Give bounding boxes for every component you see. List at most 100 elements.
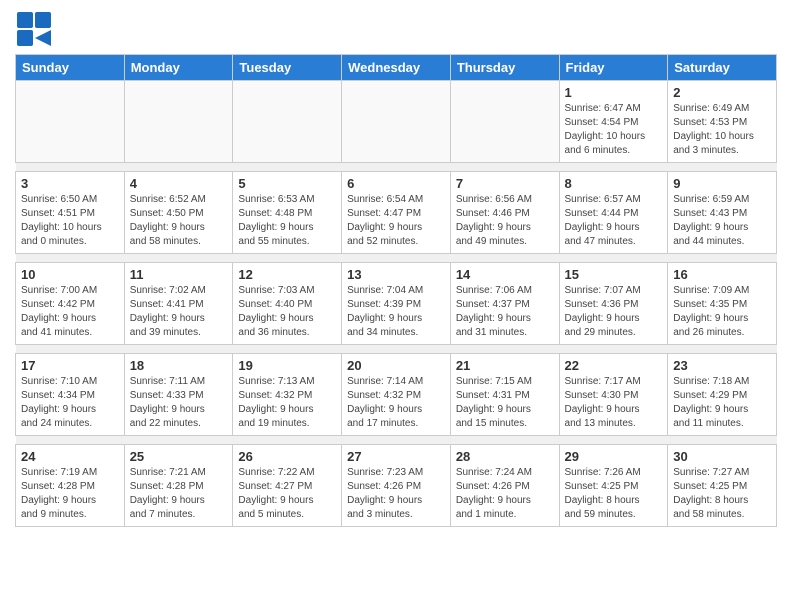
col-header-tuesday: Tuesday xyxy=(233,55,342,81)
day-number: 17 xyxy=(21,358,119,373)
day-number: 25 xyxy=(130,449,228,464)
day-info: Sunrise: 7:06 AM Sunset: 4:37 PM Dayligh… xyxy=(456,284,554,340)
calendar-week-4: 17 Sunrise: 7:10 AM Sunset: 4:34 PM Dayli… xyxy=(16,354,777,436)
calendar-cell: 20Sunrise: 7:14 AM Sunset: 4:32 PM Dayli… xyxy=(342,354,451,436)
calendar-cell: 3Sunrise: 6:50 AM Sunset: 4:51 PM Daylig… xyxy=(16,172,125,254)
calendar-cell: 25 Sunrise: 7:21 AM Sunset: 4:28 PM Dayli… xyxy=(124,445,233,527)
spacer-cell xyxy=(16,163,777,172)
day-number: 27 xyxy=(347,449,445,464)
day-info: Sunrise: 7:03 AM Sunset: 4:40 PM Dayligh… xyxy=(238,284,336,340)
calendar-cell: 15Sunrise: 7:07 AM Sunset: 4:36 PM Dayli… xyxy=(559,263,668,345)
calendar-cell: 26 Sunrise: 7:22 AM Sunset: 4:27 PM Dayli… xyxy=(233,445,342,527)
calendar-cell: 22 Sunrise: 7:17 AM Sunset: 4:30 PM Dayli… xyxy=(559,354,668,436)
calendar-cell: 17 Sunrise: 7:10 AM Sunset: 4:34 PM Dayli… xyxy=(16,354,125,436)
day-number: 6 xyxy=(347,176,445,191)
day-number: 22 xyxy=(565,358,663,373)
calendar-table: SundayMondayTuesdayWednesdayThursdayFrid… xyxy=(15,54,777,527)
header xyxy=(15,10,777,48)
day-number: 5 xyxy=(238,176,336,191)
day-info: Sunrise: 7:10 AM Sunset: 4:34 PM Dayligh… xyxy=(21,375,119,431)
calendar-cell: 5 Sunrise: 6:53 AM Sunset: 4:48 PM Daylig… xyxy=(233,172,342,254)
day-info: Sunrise: 7:15 AM Sunset: 4:31 PM Dayligh… xyxy=(456,375,554,431)
header-row: SundayMondayTuesdayWednesdayThursdayFrid… xyxy=(16,55,777,81)
day-number: 3 xyxy=(21,176,119,191)
calendar-cell: 23 Sunrise: 7:18 AM Sunset: 4:29 PM Dayli… xyxy=(668,354,777,436)
day-number: 14 xyxy=(456,267,554,282)
day-info: Sunrise: 6:54 AM Sunset: 4:47 PM Dayligh… xyxy=(347,193,445,249)
calendar-cell: 12Sunrise: 7:03 AM Sunset: 4:40 PM Dayli… xyxy=(233,263,342,345)
day-info: Sunrise: 7:07 AM Sunset: 4:36 PM Dayligh… xyxy=(565,284,663,340)
day-info: Sunrise: 7:26 AM Sunset: 4:25 PM Dayligh… xyxy=(565,466,663,522)
day-info: Sunrise: 6:49 AM Sunset: 4:53 PM Dayligh… xyxy=(673,102,771,158)
spacer-cell xyxy=(16,436,777,445)
calendar-cell: 18 Sunrise: 7:11 AM Sunset: 4:33 PM Dayli… xyxy=(124,354,233,436)
day-info: Sunrise: 7:00 AM Sunset: 4:42 PM Dayligh… xyxy=(21,284,119,340)
day-info: Sunrise: 7:11 AM Sunset: 4:33 PM Dayligh… xyxy=(130,375,228,431)
day-info: Sunrise: 7:09 AM Sunset: 4:35 PM Dayligh… xyxy=(673,284,771,340)
row-spacer xyxy=(16,345,777,354)
calendar-cell xyxy=(342,81,451,163)
calendar-cell: 1Sunrise: 6:47 AM Sunset: 4:54 PM Daylig… xyxy=(559,81,668,163)
day-info: Sunrise: 6:52 AM Sunset: 4:50 PM Dayligh… xyxy=(130,193,228,249)
day-number: 13 xyxy=(347,267,445,282)
calendar-cell xyxy=(450,81,559,163)
spacer-cell xyxy=(16,254,777,263)
calendar-cell: 27 Sunrise: 7:23 AM Sunset: 4:26 PM Dayli… xyxy=(342,445,451,527)
calendar-week-5: 24 Sunrise: 7:19 AM Sunset: 4:28 PM Dayli… xyxy=(16,445,777,527)
day-number: 20 xyxy=(347,358,445,373)
day-info: Sunrise: 7:22 AM Sunset: 4:27 PM Dayligh… xyxy=(238,466,336,522)
day-number: 29 xyxy=(565,449,663,464)
row-spacer xyxy=(16,254,777,263)
day-number: 21 xyxy=(456,358,554,373)
day-number: 7 xyxy=(456,176,554,191)
day-info: Sunrise: 6:53 AM Sunset: 4:48 PM Dayligh… xyxy=(238,193,336,249)
calendar-cell xyxy=(124,81,233,163)
day-info: Sunrise: 7:19 AM Sunset: 4:28 PM Dayligh… xyxy=(21,466,119,522)
logo xyxy=(15,10,57,48)
day-number: 30 xyxy=(673,449,771,464)
calendar-cell: 14 Sunrise: 7:06 AM Sunset: 4:37 PM Dayli… xyxy=(450,263,559,345)
calendar-cell: 30Sunrise: 7:27 AM Sunset: 4:25 PM Dayli… xyxy=(668,445,777,527)
calendar-cell xyxy=(233,81,342,163)
day-info: Sunrise: 7:17 AM Sunset: 4:30 PM Dayligh… xyxy=(565,375,663,431)
col-header-sunday: Sunday xyxy=(16,55,125,81)
page: SundayMondayTuesdayWednesdayThursdayFrid… xyxy=(0,0,792,537)
col-header-monday: Monday xyxy=(124,55,233,81)
day-number: 23 xyxy=(673,358,771,373)
logo-icon xyxy=(15,10,53,48)
day-info: Sunrise: 7:13 AM Sunset: 4:32 PM Dayligh… xyxy=(238,375,336,431)
day-info: Sunrise: 6:59 AM Sunset: 4:43 PM Dayligh… xyxy=(673,193,771,249)
day-info: Sunrise: 7:18 AM Sunset: 4:29 PM Dayligh… xyxy=(673,375,771,431)
row-spacer xyxy=(16,436,777,445)
calendar-cell: 9 Sunrise: 6:59 AM Sunset: 4:43 PM Daylig… xyxy=(668,172,777,254)
calendar-cell: 4Sunrise: 6:52 AM Sunset: 4:50 PM Daylig… xyxy=(124,172,233,254)
col-header-wednesday: Wednesday xyxy=(342,55,451,81)
calendar-cell: 10Sunrise: 7:00 AM Sunset: 4:42 PM Dayli… xyxy=(16,263,125,345)
day-number: 2 xyxy=(673,85,771,100)
calendar-cell: 21 Sunrise: 7:15 AM Sunset: 4:31 PM Dayli… xyxy=(450,354,559,436)
calendar-cell: 29 Sunrise: 7:26 AM Sunset: 4:25 PM Dayli… xyxy=(559,445,668,527)
day-number: 18 xyxy=(130,358,228,373)
day-info: Sunrise: 6:57 AM Sunset: 4:44 PM Dayligh… xyxy=(565,193,663,249)
col-header-friday: Friday xyxy=(559,55,668,81)
calendar-cell: 2 Sunrise: 6:49 AM Sunset: 4:53 PM Daylig… xyxy=(668,81,777,163)
day-number: 11 xyxy=(130,267,228,282)
day-number: 19 xyxy=(238,358,336,373)
spacer-cell xyxy=(16,345,777,354)
calendar-week-3: 10Sunrise: 7:00 AM Sunset: 4:42 PM Dayli… xyxy=(16,263,777,345)
calendar-cell: 16Sunrise: 7:09 AM Sunset: 4:35 PM Dayli… xyxy=(668,263,777,345)
day-number: 26 xyxy=(238,449,336,464)
day-number: 8 xyxy=(565,176,663,191)
day-info: Sunrise: 7:24 AM Sunset: 4:26 PM Dayligh… xyxy=(456,466,554,522)
day-number: 24 xyxy=(21,449,119,464)
day-info: Sunrise: 7:21 AM Sunset: 4:28 PM Dayligh… xyxy=(130,466,228,522)
calendar-body: 1Sunrise: 6:47 AM Sunset: 4:54 PM Daylig… xyxy=(16,81,777,527)
calendar-cell xyxy=(16,81,125,163)
calendar-week-2: 3Sunrise: 6:50 AM Sunset: 4:51 PM Daylig… xyxy=(16,172,777,254)
day-info: Sunrise: 7:23 AM Sunset: 4:26 PM Dayligh… xyxy=(347,466,445,522)
day-number: 9 xyxy=(673,176,771,191)
col-header-saturday: Saturday xyxy=(668,55,777,81)
day-info: Sunrise: 6:56 AM Sunset: 4:46 PM Dayligh… xyxy=(456,193,554,249)
calendar-cell: 28Sunrise: 7:24 AM Sunset: 4:26 PM Dayli… xyxy=(450,445,559,527)
calendar-cell: 7 Sunrise: 6:56 AM Sunset: 4:46 PM Daylig… xyxy=(450,172,559,254)
